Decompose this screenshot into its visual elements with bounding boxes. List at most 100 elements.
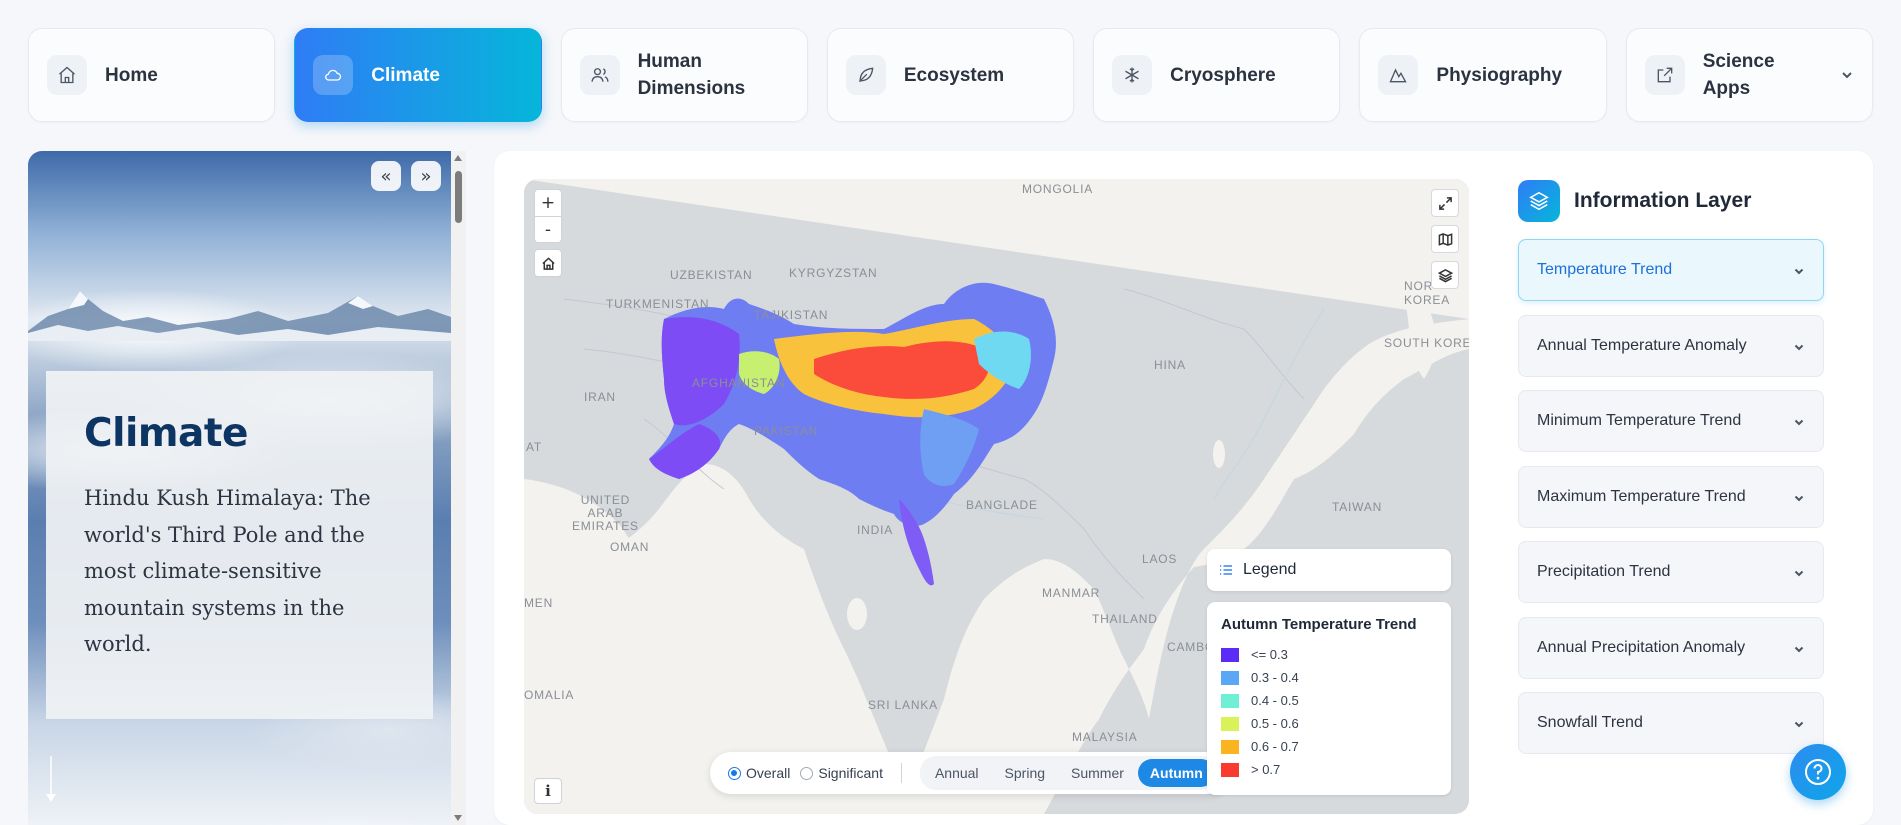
map-label-iran: IRAN (584, 390, 616, 404)
map-info-button[interactable]: i (534, 778, 562, 804)
layer-accordion-label: Temperature Trend (1537, 261, 1673, 278)
legend-item: 0.4 - 0.5 (1221, 689, 1437, 712)
arrow-down-icon[interactable] (44, 756, 58, 804)
season-annual[interactable]: Annual (923, 759, 991, 787)
legend-item-label: 0.4 - 0.5 (1251, 693, 1299, 708)
prev-button[interactable]: « (371, 161, 401, 191)
chevron-down-icon (1793, 566, 1805, 578)
legend-item: <= 0.3 (1221, 643, 1437, 666)
nav-item-home[interactable]: Home (28, 28, 276, 122)
mountain-photo (28, 291, 451, 341)
nav-item-ecosystem[interactable]: Ecosystem (826, 28, 1075, 122)
legend-swatch (1221, 762, 1239, 777)
basemap-button[interactable] (1431, 225, 1459, 253)
layer-accordion-item[interactable]: Precipitation Trend (1518, 541, 1824, 603)
map-label-qatar: AT (526, 440, 543, 454)
season-selector: Overall Significant Annual Spring Summer… (710, 752, 1230, 794)
layer-accordion-item[interactable]: Annual Precipitation Anomaly (1518, 616, 1824, 679)
zoom-control: + - (534, 189, 562, 243)
radio-dot (728, 766, 741, 780)
information-layer-title: Information Layer (1574, 189, 1752, 212)
story-scrollbar[interactable] (451, 151, 466, 825)
zoom-out-button[interactable]: - (535, 216, 561, 242)
map-label-uae: UNITED ARAB EMIRATES (572, 493, 639, 533)
legend-item-label: 0.6 - 0.7 (1251, 739, 1299, 754)
story-card: Climate Hindu Kush Himalaya: The world's… (46, 371, 433, 719)
radio-significant[interactable]: Significant (800, 765, 883, 781)
home-icon (47, 55, 87, 95)
cloud-icon (313, 55, 354, 95)
external-link-icon (1644, 55, 1685, 95)
home-icon (541, 256, 555, 270)
mountain-icon (1378, 55, 1419, 95)
information-layer-header: Information Layer (1518, 179, 1848, 223)
legend-swatch (1221, 693, 1239, 708)
fullscreen-button[interactable] (1431, 189, 1459, 217)
map-label-afghanistan: AFGHANISTAN (692, 376, 786, 390)
map-label-turkmenistan: TURKMENISTAN (606, 297, 710, 311)
season-autumn[interactable]: Autumn (1137, 759, 1215, 787)
chevron-down-icon (1793, 717, 1805, 729)
scroll-thumb[interactable] (455, 171, 462, 223)
scroll-up-arrow[interactable] (454, 155, 462, 161)
map-label-thailand: THAILAND (1092, 612, 1158, 626)
map-label-sri-lanka: SRI LANKA (868, 698, 938, 712)
map-label-somalia: OMALIA (524, 688, 575, 702)
legend-label: Legend (1243, 561, 1297, 578)
map-label-south-korea: SOUTH KORE (1384, 336, 1469, 350)
map-icon (1438, 232, 1452, 246)
divider (900, 763, 902, 783)
information-layer-panel: Information Layer Temperature Trend Annua… (1518, 179, 1848, 768)
layer-accordion-label: Precipitation Trend (1537, 563, 1671, 580)
layer-accordion-label: Maximum Temperature Trend (1537, 487, 1746, 505)
expand-icon (1438, 196, 1452, 210)
legend-item-label: <= 0.3 (1251, 647, 1288, 662)
map-tools (1431, 189, 1459, 289)
nav-label: Cryosphere (1170, 64, 1276, 86)
nav-item-human-dimensions[interactable]: Human Dimensions (560, 28, 808, 122)
season-summer[interactable]: Summer (1059, 759, 1136, 787)
users-icon (579, 55, 620, 95)
map-view[interactable]: MONGOLIA UZBEKISTAN KYRGYZSTAN TURKMENIS… (524, 179, 1469, 814)
chevron-down-icon[interactable] (1840, 68, 1854, 82)
map-label-mongolia: MONGOLIA (1022, 182, 1094, 196)
zoom-in-button[interactable]: + (535, 190, 561, 216)
legend-panel: Autumn Temperature Trend <= 0.3 0.3 - 0.4… (1207, 602, 1451, 795)
legend-item: 0.6 - 0.7 (1221, 735, 1437, 758)
nav-item-science-apps[interactable]: Science Apps (1625, 28, 1873, 122)
season-spring[interactable]: Spring (993, 759, 1057, 787)
layer-accordion-label: Minimum Temperature Trend (1537, 412, 1742, 429)
story-pager: « » (371, 161, 441, 191)
radio-dot (800, 766, 814, 780)
layer-accordion-item[interactable]: Temperature Trend (1518, 239, 1824, 301)
legend-item-label: 0.3 - 0.4 (1251, 670, 1299, 685)
map-label-china: HINA (1154, 358, 1186, 372)
legend-item: 0.3 - 0.4 (1221, 666, 1437, 689)
next-button[interactable]: » (411, 161, 441, 191)
map-label-taiwan: TAIWAN (1332, 500, 1383, 514)
list-icon (1220, 565, 1232, 575)
story-title: Climate (84, 411, 248, 456)
layer-accordion-item[interactable]: Maximum Temperature Trend (1518, 465, 1824, 528)
layers-button[interactable] (1431, 261, 1459, 289)
chevron-down-icon (1793, 642, 1805, 654)
layer-accordion-item[interactable]: Snowfall Trend (1518, 692, 1824, 754)
nav-item-physiography[interactable]: Physiography (1359, 28, 1607, 122)
legend-swatch (1221, 670, 1239, 685)
chevron-down-icon (1793, 340, 1805, 352)
nav-item-climate[interactable]: Climate (294, 28, 542, 122)
legend-title: Autumn Temperature Trend (1221, 616, 1417, 633)
radio-overall[interactable]: Overall (728, 765, 790, 781)
layer-accordion-item[interactable]: Minimum Temperature Trend (1518, 390, 1824, 452)
map-home-button[interactable] (534, 249, 562, 277)
legend-toggle[interactable]: Legend (1207, 549, 1451, 591)
layer-accordion-item[interactable]: Annual Temperature Anomaly (1518, 314, 1824, 377)
scroll-down-arrow[interactable] (454, 815, 462, 821)
map-label-kyrgyzstan: KYRGYZSTAN (789, 266, 878, 280)
nav-label: Home (105, 64, 158, 86)
map-label-uzbekistan: UZBEKISTAN (670, 268, 753, 282)
layer-accordion-label: Annual Temperature Anomaly (1537, 336, 1747, 354)
help-button[interactable] (1790, 744, 1846, 800)
layers-icon (1437, 268, 1453, 282)
nav-item-cryosphere[interactable]: Cryosphere (1093, 28, 1341, 122)
